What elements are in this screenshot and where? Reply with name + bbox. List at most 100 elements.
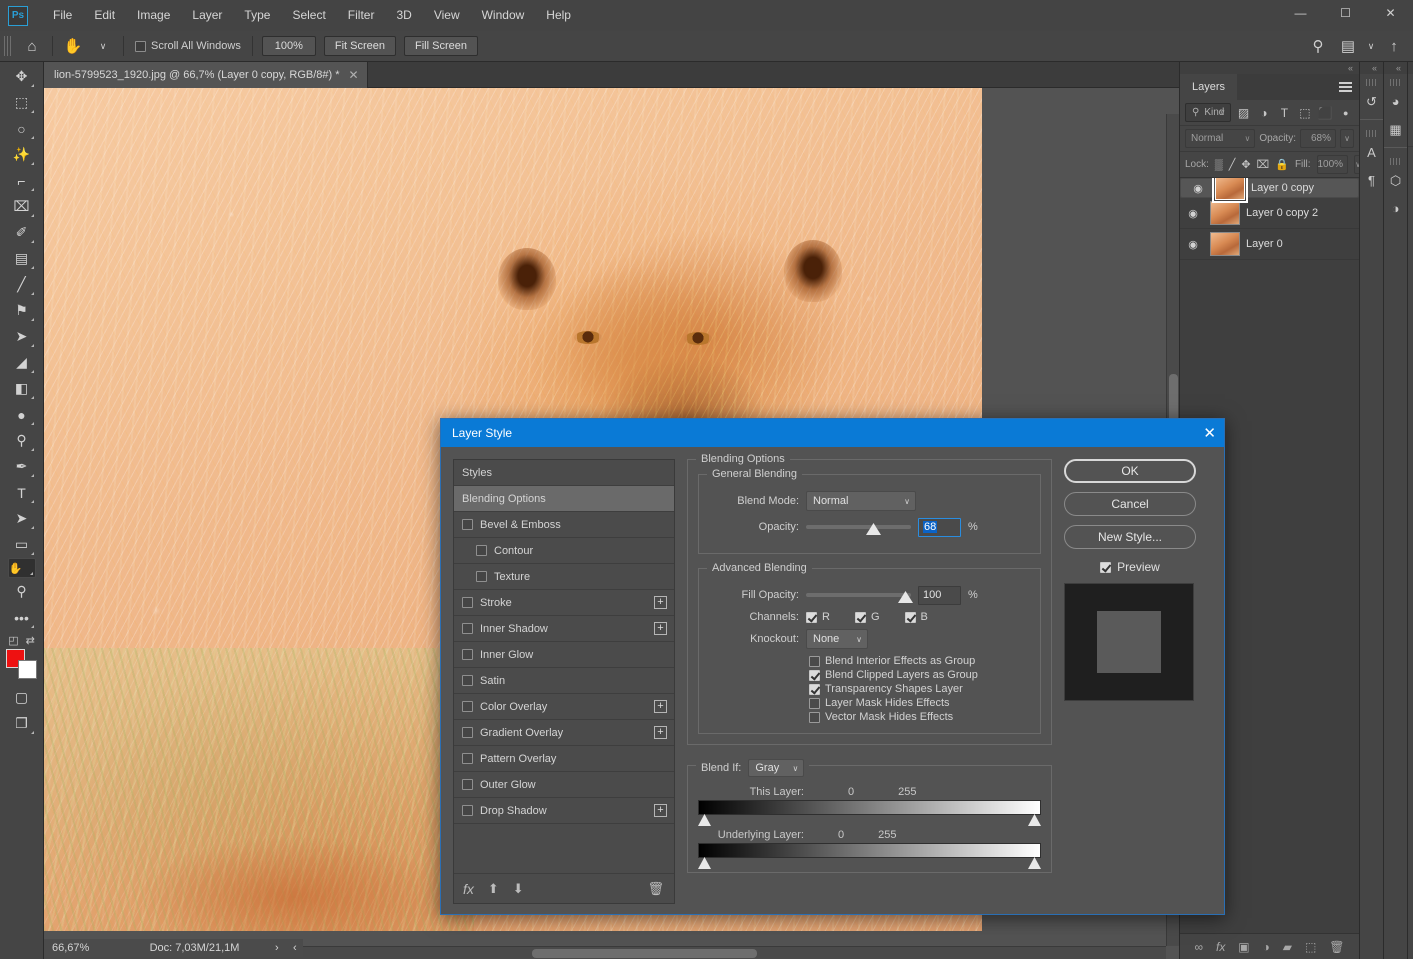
layer-thumbnail[interactable] (1210, 201, 1240, 225)
filter-toggle-icon[interactable]: ● (1338, 104, 1354, 122)
menu-file[interactable]: File (42, 0, 83, 31)
layer-visibility-icon[interactable]: ◉ (1182, 207, 1204, 220)
channel-g-option[interactable]: G (854, 611, 880, 623)
rail-grip[interactable] (1366, 130, 1377, 137)
cancel-button[interactable]: Cancel (1064, 492, 1196, 516)
style-item-contour[interactable]: Contour (454, 538, 674, 564)
lock-transparent-pixels-icon[interactable]: ▒ (1215, 157, 1223, 173)
layer-blend-mode-select[interactable]: Normal ∨ (1185, 129, 1256, 148)
lock-image-pixels-icon[interactable]: ╱ (1229, 157, 1236, 173)
this-layer-slider[interactable] (698, 800, 1041, 826)
link-layers-icon[interactable]: ∞ (1194, 940, 1203, 954)
add-effect-icon[interactable]: + (654, 596, 667, 609)
style-item-inner-shadow[interactable]: Inner Shadow + (454, 616, 674, 642)
eyedropper-tool[interactable]: ✐ (8, 220, 36, 245)
blend-interior-effects-checkbox[interactable] (809, 655, 820, 667)
layer-opacity-field[interactable]: 68% (1300, 129, 1336, 148)
style-checkbox[interactable] (476, 571, 487, 582)
dialog-title-bar[interactable]: Layer Style ✕ (441, 419, 1224, 447)
opacity-slider[interactable] (806, 517, 911, 537)
magic-wand-tool[interactable]: ✨ (8, 142, 36, 167)
opacity-value-field[interactable]: 68 (918, 517, 961, 537)
channel-b-option[interactable]: B (904, 611, 928, 623)
this-layer-white-stop[interactable] (1028, 814, 1041, 826)
add-effect-icon[interactable]: + (654, 622, 667, 635)
delete-layer-icon[interactable]: 🗑 (1329, 940, 1344, 954)
default-colors-icon[interactable]: ◰ (8, 634, 18, 647)
paths-panel-button[interactable]: ⤵ Paths (1408, 114, 1413, 146)
add-effect-icon[interactable]: + (654, 700, 667, 713)
opacity-stepper-icon[interactable]: ∨ (1340, 129, 1354, 148)
search-icon[interactable]: ⚲ (1303, 33, 1333, 59)
style-checkbox[interactable] (462, 675, 473, 686)
blur-tool[interactable]: ● (8, 402, 36, 427)
fx-icon[interactable]: fx (463, 881, 474, 897)
underlying-layer-slider[interactable] (698, 843, 1041, 869)
share-icon[interactable]: ↑ (1379, 33, 1409, 59)
status-next-icon[interactable]: › (267, 939, 285, 957)
minimize-button[interactable]: — (1278, 0, 1323, 26)
character-panel-icon[interactable]: A (1360, 140, 1383, 165)
gradient-tool[interactable]: ◧ (8, 376, 36, 401)
filter-adjustment-icon[interactable]: ◑ (1256, 104, 1272, 122)
hand-tool-icon[interactable]: ✋ (58, 33, 88, 59)
arrange-documents-icon[interactable]: ▤ (1333, 33, 1363, 59)
options-bar-grip[interactable] (4, 36, 13, 56)
move-tool[interactable]: ✥ (8, 64, 36, 89)
filter-smart-object-icon[interactable]: ⬛ (1317, 104, 1333, 122)
close-icon[interactable]: ✕ (1203, 426, 1216, 441)
path-selection-tool[interactable]: ➤ (8, 506, 36, 531)
brush-tool[interactable]: ╱ (8, 272, 36, 297)
filter-pixel-icon[interactable]: ▨ (1235, 104, 1251, 122)
chevron-down-icon[interactable]: ∨ (1219, 108, 1225, 117)
menu-filter[interactable]: Filter (337, 0, 386, 31)
swatches-panel-icon[interactable]: ◕ (1384, 89, 1407, 114)
vector-mask-hides-effects-option[interactable]: Vector Mask Hides Effects (809, 711, 1030, 723)
layer-visibility-icon[interactable]: ◉ (1187, 182, 1209, 195)
chevron-down-icon[interactable]: ∨ (1363, 33, 1379, 59)
status-prev-icon[interactable]: ‹ (285, 939, 303, 957)
channels-panel-button[interactable]: ◕ Channels (1408, 86, 1413, 114)
zoom-100-button[interactable]: 100% (261, 36, 316, 56)
layer-mask-hides-effects-checkbox[interactable] (809, 697, 820, 709)
ok-button[interactable]: OK (1064, 459, 1196, 483)
style-checkbox[interactable] (462, 779, 473, 790)
layer-mask-hides-effects-option[interactable]: Layer Mask Hides Effects (809, 697, 1030, 709)
add-effect-icon[interactable]: + (654, 804, 667, 817)
tool-preset-chevron-down-icon[interactable]: ∨ (88, 33, 118, 59)
menu-edit[interactable]: Edit (83, 0, 126, 31)
style-checkbox[interactable] (462, 805, 473, 816)
blend-interior-effects-option[interactable]: Blend Interior Effects as Group (809, 655, 1030, 667)
frame-tool[interactable]: ⌧ (8, 194, 36, 219)
collapse-rail-icon[interactable]: « (1360, 62, 1383, 74)
preview-option[interactable]: Preview (1064, 560, 1196, 574)
style-item-blending-options[interactable]: Blending Options (454, 486, 674, 512)
knockout-select[interactable]: None ∨ (806, 629, 868, 649)
menu-layer[interactable]: Layer (181, 0, 233, 31)
layer-fill-field[interactable]: 100% (1316, 155, 1349, 174)
hand-tool[interactable]: ✋ (7, 558, 36, 578)
move-effect-down-icon[interactable]: ⬇ (513, 881, 524, 897)
style-checkbox[interactable] (462, 753, 473, 764)
style-item-drop-shadow[interactable]: Drop Shadow + (454, 798, 674, 824)
paragraph-panel-icon[interactable]: ¶ (1360, 168, 1383, 193)
vector-mask-hides-effects-checkbox[interactable] (809, 711, 820, 723)
history-brush-tool[interactable]: ➤ (8, 324, 36, 349)
rail-grip[interactable] (1390, 158, 1401, 165)
3d-panel-icon[interactable]: ⬡ (1384, 168, 1407, 193)
edit-toolbar-button[interactable]: ••• (8, 605, 36, 630)
scroll-all-windows-checkbox[interactable] (135, 40, 146, 52)
scroll-all-windows-option[interactable]: Scroll All Windows (135, 40, 241, 52)
swap-colors-icon[interactable]: ⇄ (26, 634, 35, 647)
type-tool[interactable]: T (8, 480, 36, 505)
menu-window[interactable]: Window (471, 0, 536, 31)
channel-r-checkbox[interactable] (806, 611, 817, 623)
rectangular-marquee-tool[interactable]: ⬚ (8, 90, 36, 115)
chevron-down-icon[interactable]: ∨ (793, 764, 799, 773)
style-item-outer-glow[interactable]: Outer Glow (454, 772, 674, 798)
menu-type[interactable]: Type (233, 0, 281, 31)
chevron-down-icon[interactable]: ∨ (1244, 134, 1250, 143)
layer-row-layer-0[interactable]: ◉ Layer 0 (1180, 229, 1359, 260)
rail-grip[interactable] (1390, 79, 1401, 86)
style-checkbox[interactable] (462, 701, 473, 712)
